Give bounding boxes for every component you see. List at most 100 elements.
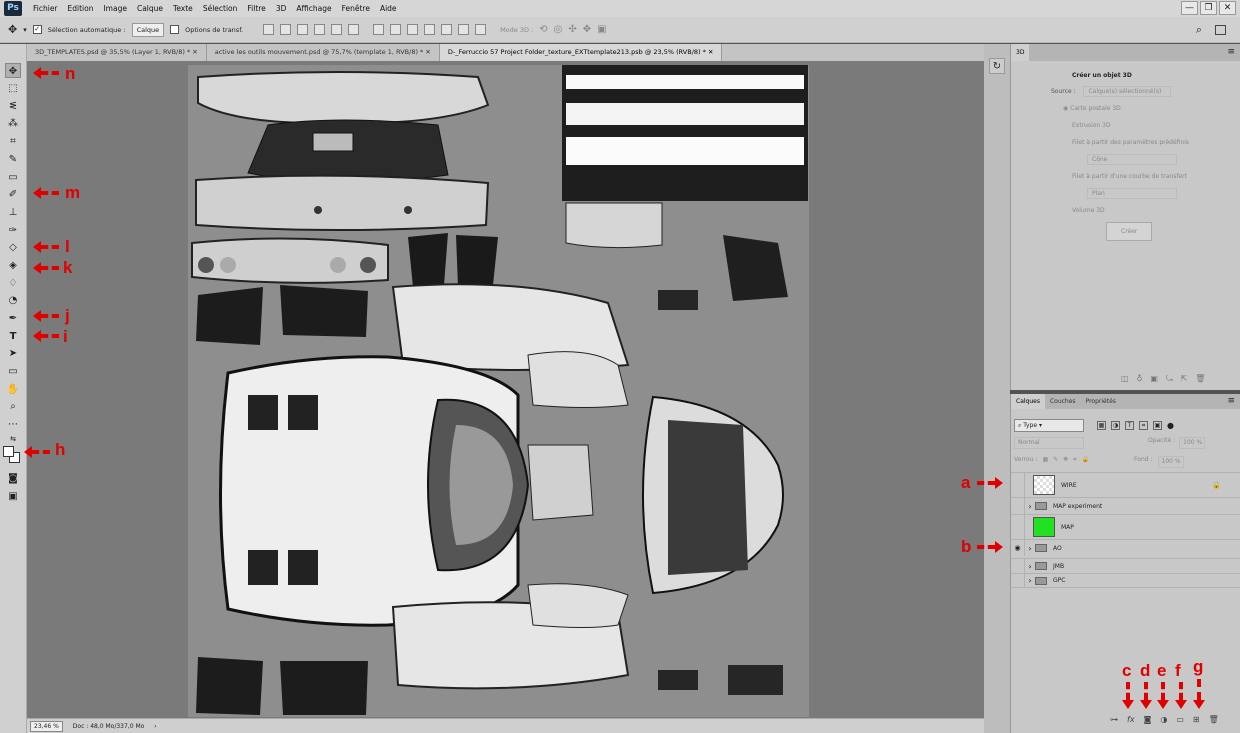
- close-tab-icon[interactable]: ✕: [708, 48, 713, 56]
- panel-menu-icon[interactable]: ≡: [1227, 47, 1235, 57]
- filter-smart-icon[interactable]: ▣: [1153, 420, 1162, 430]
- slide-3d-icon[interactable]: ✥: [583, 24, 591, 35]
- close-tab-icon[interactable]: ✕: [425, 48, 430, 56]
- canvas-area[interactable]: [27, 61, 984, 718]
- tab-proprietes[interactable]: Propriétés: [1081, 394, 1121, 409]
- status-menu-arrow-icon[interactable]: ›: [154, 723, 156, 730]
- menu-aide[interactable]: Aide: [375, 4, 402, 13]
- new-layer-icon[interactable]: ⊞: [1193, 715, 1200, 724]
- zoom-level-field[interactable]: 23,46 %: [30, 720, 63, 732]
- healing-tool-icon[interactable]: ▭: [5, 170, 21, 185]
- lasso-tool-icon[interactable]: ᓬ: [5, 99, 21, 114]
- pan-3d-icon[interactable]: ✣: [568, 24, 576, 35]
- layer-row-map[interactable]: MAP: [1011, 514, 1240, 539]
- chevron-right-icon[interactable]: ›: [1025, 562, 1035, 571]
- chevron-right-icon[interactable]: ›: [1025, 544, 1035, 553]
- visibility-toggle[interactable]: [1011, 559, 1025, 573]
- layer-style-fx-icon[interactable]: fx: [1127, 715, 1135, 724]
- restore-button[interactable]: ❐: [1200, 1, 1217, 15]
- filter-shape-icon[interactable]: ⌗: [1139, 420, 1148, 430]
- tab-calques[interactable]: Calques: [1011, 394, 1045, 409]
- menu-texte[interactable]: Texte: [168, 4, 198, 13]
- magic-wand-tool-icon[interactable]: ⁂: [5, 116, 21, 131]
- menu-filtre[interactable]: Filtre: [242, 4, 270, 13]
- orbit-3d-icon[interactable]: ⟲: [539, 24, 547, 35]
- align-hcenter-icon[interactable]: [331, 24, 343, 35]
- auto-align-icon[interactable]: [475, 24, 487, 35]
- align-right-icon[interactable]: [348, 24, 360, 35]
- lock-move-icon[interactable]: ✥: [1063, 456, 1068, 468]
- distribute-hcenter-icon[interactable]: [441, 24, 453, 35]
- history-panel-icon[interactable]: ↻: [989, 58, 1005, 74]
- lock-artboard-icon[interactable]: ⌗: [1073, 456, 1076, 468]
- zoom-tool-icon[interactable]: ⌕: [5, 399, 21, 414]
- trash-3d-icon[interactable]: 🗑: [1195, 374, 1205, 384]
- pen-tool-icon[interactable]: ✒: [5, 311, 21, 326]
- eyedropper-tool-icon[interactable]: ✎: [5, 152, 21, 167]
- eraser-tool-icon[interactable]: ◇: [5, 240, 21, 255]
- distribute-top-icon[interactable]: [373, 24, 385, 35]
- path-selection-tool-icon[interactable]: ➤: [5, 346, 21, 361]
- transform-controls-checkbox[interactable]: [170, 25, 180, 34]
- quick-mask-icon[interactable]: ◙: [5, 471, 21, 486]
- layer-row-wire[interactable]: WIRE 🔒: [1011, 472, 1240, 497]
- layer-row-ao[interactable]: ◉ › AO: [1011, 539, 1240, 556]
- menu-calque[interactable]: Calque: [132, 4, 168, 13]
- foreground-color-swatch[interactable]: [3, 446, 14, 457]
- new-group-icon[interactable]: ▭: [1176, 715, 1184, 724]
- add-mask-icon[interactable]: ◙: [1144, 715, 1152, 724]
- brush-tool-icon[interactable]: ✐: [5, 187, 21, 202]
- history-brush-tool-icon[interactable]: ✑: [5, 223, 21, 238]
- filter-pixel-icon[interactable]: ▦: [1097, 420, 1106, 430]
- menu-fenetre[interactable]: Fenêtre: [337, 4, 375, 13]
- swap-colors-icon[interactable]: ⇆: [5, 432, 21, 447]
- tab-3d[interactable]: 3D: [1011, 44, 1030, 61]
- opacity-field[interactable]: 100 %: [1179, 437, 1206, 449]
- visibility-toggle[interactable]: [1011, 515, 1025, 539]
- more-tools-icon[interactable]: ⋯: [5, 417, 21, 432]
- filter-text-icon[interactable]: T: [1125, 420, 1134, 430]
- close-tab-icon[interactable]: ✕: [192, 48, 197, 56]
- paint-bucket-tool-icon[interactable]: ◈: [5, 258, 21, 273]
- stamp-tool-icon[interactable]: ⊥: [5, 205, 21, 220]
- menu-fichier[interactable]: Fichier: [28, 4, 63, 13]
- screen-mode-icon[interactable]: ▣: [5, 489, 21, 504]
- delete-layer-icon[interactable]: 🗑: [1209, 715, 1219, 724]
- layer-row-jmb[interactable]: › JMB: [1011, 558, 1240, 573]
- tab-outils-mouvement[interactable]: active les outils mouvement.psd @ 75,7% …: [207, 44, 440, 61]
- render-icon[interactable]: ⇱: [1181, 374, 1188, 384]
- eye-icon[interactable]: ◉: [1011, 540, 1025, 556]
- lock-all-icon[interactable]: 🔒: [1082, 456, 1089, 468]
- rectangle-tool-icon[interactable]: ▭: [5, 364, 21, 379]
- distribute-left-icon[interactable]: [424, 24, 436, 35]
- blend-mode-select[interactable]: Normal: [1014, 437, 1084, 449]
- layers-menu-icon[interactable]: ≡: [1227, 396, 1235, 406]
- light-icon[interactable]: ♁: [1137, 374, 1143, 384]
- tab-ferruccio-template[interactable]: D-_Ferruccio 57 Project Folder_texture_E…: [439, 44, 723, 61]
- move-tool-icon[interactable]: ✥: [5, 63, 21, 78]
- tool-preset-dropdown-icon[interactable]: ▾: [23, 26, 27, 34]
- auto-select-checkbox[interactable]: ✓: [32, 25, 42, 34]
- search-icon[interactable]: ⌕: [1196, 23, 1202, 37]
- visibility-toggle[interactable]: [1011, 498, 1025, 514]
- align-bottom-icon[interactable]: [297, 24, 309, 35]
- roll-3d-icon[interactable]: ◎: [554, 24, 563, 35]
- tab-couches[interactable]: Couches: [1045, 394, 1081, 409]
- chevron-right-icon[interactable]: ›: [1025, 502, 1035, 511]
- scale-3d-icon[interactable]: ▣: [597, 24, 606, 35]
- chevron-right-icon[interactable]: ›: [1025, 576, 1035, 585]
- filter-scene-icon[interactable]: ◫: [1121, 374, 1129, 384]
- crop-tool-icon[interactable]: ⌗: [5, 134, 21, 149]
- align-top-icon[interactable]: [263, 24, 275, 35]
- align-left-icon[interactable]: [314, 24, 326, 35]
- type-tool-icon[interactable]: T: [5, 329, 21, 344]
- align-vcenter-icon[interactable]: [280, 24, 292, 35]
- visibility-toggle[interactable]: [1011, 473, 1025, 497]
- auto-select-target-select[interactable]: Calque: [131, 22, 165, 37]
- marquee-tool-icon[interactable]: ⬚: [5, 81, 21, 96]
- document-canvas[interactable]: [188, 65, 809, 717]
- visibility-toggle[interactable]: [1011, 574, 1025, 587]
- link-layers-icon[interactable]: ⊶: [1110, 715, 1118, 724]
- menu-affichage[interactable]: Affichage: [291, 4, 336, 13]
- menu-selection[interactable]: Sélection: [198, 4, 243, 13]
